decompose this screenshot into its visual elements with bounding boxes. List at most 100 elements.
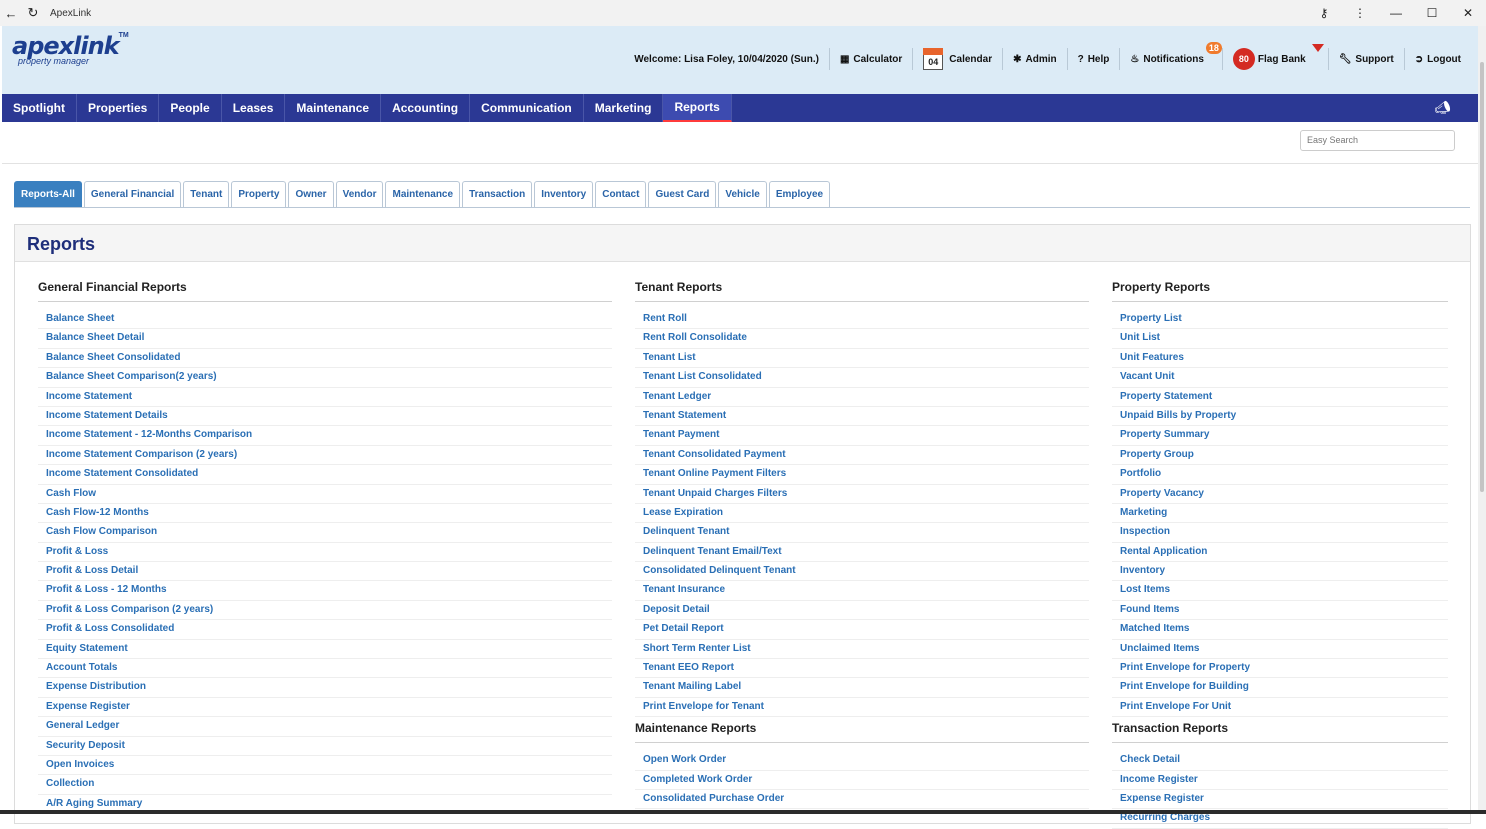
report-link[interactable]: Profit & Loss <box>38 543 612 563</box>
report-link[interactable]: Check Detail <box>1112 751 1448 771</box>
report-link[interactable]: Cash Flow Comparison <box>38 523 612 543</box>
nav-properties[interactable]: Properties <box>77 94 160 122</box>
nav-reports[interactable]: Reports <box>663 94 732 122</box>
report-link[interactable]: Lost Items <box>1112 581 1448 601</box>
minimize-icon[interactable]: — <box>1378 6 1414 20</box>
tab-owner[interactable]: Owner <box>288 181 334 207</box>
tab-property[interactable]: Property <box>231 181 287 207</box>
report-link[interactable]: Tenant Statement <box>635 407 1089 427</box>
report-link[interactable]: Tenant Payment <box>635 426 1089 446</box>
report-link[interactable]: Delinquent Tenant Email/Text <box>635 543 1089 563</box>
report-link[interactable]: Rent Roll Consolidate <box>635 329 1089 349</box>
report-link[interactable]: Tenant Ledger <box>635 388 1089 407</box>
report-link[interactable]: Tenant Online Payment Filters <box>635 465 1089 485</box>
report-link[interactable]: Inspection <box>1112 523 1448 543</box>
report-link[interactable]: Tenant Unpaid Charges Filters <box>635 485 1089 504</box>
report-link[interactable]: Inventory <box>1112 562 1448 582</box>
report-link[interactable]: Found Items <box>1112 601 1448 621</box>
admin-button[interactable]: ✱ Admin <box>1002 48 1067 70</box>
report-link[interactable]: Cash Flow <box>38 485 612 504</box>
report-link[interactable]: Pet Detail Report <box>635 620 1089 640</box>
report-link[interactable]: Profit & Loss Consolidated <box>38 620 612 640</box>
support-button[interactable]: 🔧︎ Support <box>1327 48 1404 70</box>
report-link[interactable]: Open Work Order <box>635 751 1089 771</box>
close-icon[interactable]: ✕ <box>1450 6 1486 20</box>
maximize-icon[interactable]: ☐ <box>1414 6 1450 20</box>
tab-inventory[interactable]: Inventory <box>534 181 594 207</box>
tab-vendor[interactable]: Vendor <box>335 181 384 207</box>
report-link[interactable]: Tenant List <box>635 349 1089 369</box>
report-link[interactable]: Security Deposit <box>38 737 612 756</box>
report-link[interactable]: Tenant Mailing Label <box>635 678 1089 698</box>
more-options-icon[interactable]: ⋮ <box>1342 6 1378 20</box>
scrollbar[interactable] <box>1478 26 1486 814</box>
report-link[interactable]: Property Group <box>1112 446 1448 466</box>
notifications-button[interactable]: ♨ Notifications 18 <box>1119 42 1222 70</box>
report-link[interactable]: Rent Roll <box>635 310 1089 330</box>
report-link[interactable]: Print Envelope for Property <box>1112 659 1448 679</box>
nav-spotlight[interactable]: Spotlight <box>2 94 77 122</box>
report-link[interactable]: Print Envelope For Unit <box>1112 698 1448 718</box>
report-link[interactable]: Unit Features <box>1112 349 1448 369</box>
report-link[interactable]: Expense Distribution <box>38 678 612 698</box>
nav-marketing[interactable]: Marketing <box>584 94 664 122</box>
refresh-icon[interactable]: ↻ <box>22 5 44 21</box>
easy-search-input[interactable]: Easy Search <box>1300 130 1455 151</box>
tab-maintenance[interactable]: Maintenance <box>385 181 461 207</box>
apexlink-logo[interactable]: apexlinkTM property manager <box>12 32 129 66</box>
nav-people[interactable]: People <box>159 94 222 122</box>
report-link[interactable]: Income Statement Comparison (2 years) <box>38 446 612 466</box>
report-link[interactable]: Expense Register <box>38 698 612 718</box>
tab-vehicle[interactable]: Vehicle <box>718 181 767 207</box>
back-arrow-icon[interactable]: ← <box>0 6 22 21</box>
report-link[interactable]: Property List <box>1112 310 1448 330</box>
report-link[interactable]: Print Envelope for Tenant <box>635 698 1089 718</box>
report-link[interactable]: Profit & Loss - 12 Months <box>38 581 612 601</box>
report-link[interactable]: Vacant Unit <box>1112 368 1448 388</box>
tab-contact[interactable]: Contact <box>595 181 647 207</box>
tab-general-financial[interactable]: General Financial <box>83 181 182 207</box>
report-link[interactable]: Short Term Renter List <box>635 640 1089 660</box>
logout-button[interactable]: ➲ Logout <box>1403 48 1471 70</box>
report-link[interactable]: Consolidated Delinquent Tenant <box>635 562 1089 582</box>
report-link[interactable]: Portfolio <box>1112 465 1448 485</box>
tab-tenant[interactable]: Tenant <box>183 181 230 207</box>
scrollbar-thumb[interactable] <box>1480 62 1484 492</box>
report-link[interactable]: Property Summary <box>1112 426 1448 446</box>
report-link[interactable]: Tenant List Consolidated <box>635 368 1089 388</box>
report-link[interactable]: Income Statement <box>38 388 612 407</box>
report-link[interactable]: Delinquent Tenant <box>635 523 1089 543</box>
help-button[interactable]: ? Help <box>1066 48 1120 70</box>
report-link[interactable]: Tenant Insurance <box>635 581 1089 601</box>
report-link[interactable]: Collection <box>38 775 612 795</box>
tab-reports-all[interactable]: Reports-All <box>14 181 82 207</box>
nav-communication[interactable]: Communication <box>470 94 584 122</box>
nav-leases[interactable]: Leases <box>222 94 286 122</box>
report-link[interactable]: Profit & Loss Detail <box>38 562 612 582</box>
report-link[interactable]: Marketing <box>1112 504 1448 524</box>
key-icon[interactable]: ⚷ <box>1306 6 1342 20</box>
report-link[interactable]: Property Statement <box>1112 388 1448 407</box>
report-link[interactable]: Income Statement Consolidated <box>38 465 612 485</box>
report-link[interactable]: Open Invoices <box>38 756 612 776</box>
calendar-button[interactable]: 04 Calendar <box>912 48 1002 70</box>
report-link[interactable]: Income Statement - 12-Months Comparison <box>38 426 612 446</box>
megaphone-icon[interactable]: 📣︎ <box>1434 100 1451 116</box>
report-link[interactable]: Matched Items <box>1112 620 1448 640</box>
tab-employee[interactable]: Employee <box>768 181 831 207</box>
report-link[interactable]: Deposit Detail <box>635 601 1089 621</box>
report-link[interactable]: Consolidated Purchase Order <box>635 790 1089 810</box>
report-link[interactable]: Print Envelope for Building <box>1112 678 1448 698</box>
tab-transaction[interactable]: Transaction <box>462 181 533 207</box>
calculator-button[interactable]: ▦ Calculator <box>828 48 912 70</box>
report-link[interactable]: Expense Register <box>1112 790 1448 810</box>
report-link[interactable]: Tenant Consolidated Payment <box>635 446 1089 466</box>
report-link[interactable]: Account Totals <box>38 659 612 679</box>
report-link[interactable]: General Ledger <box>38 717 612 737</box>
report-link[interactable]: Balance Sheet Consolidated <box>38 349 612 369</box>
tab-guest-card[interactable]: Guest Card <box>648 181 717 207</box>
report-link[interactable]: Unclaimed Items <box>1112 640 1448 660</box>
report-link[interactable]: Unit List <box>1112 329 1448 349</box>
report-link[interactable]: Profit & Loss Comparison (2 years) <box>38 601 612 621</box>
report-link[interactable]: Balance Sheet Detail <box>38 329 612 349</box>
